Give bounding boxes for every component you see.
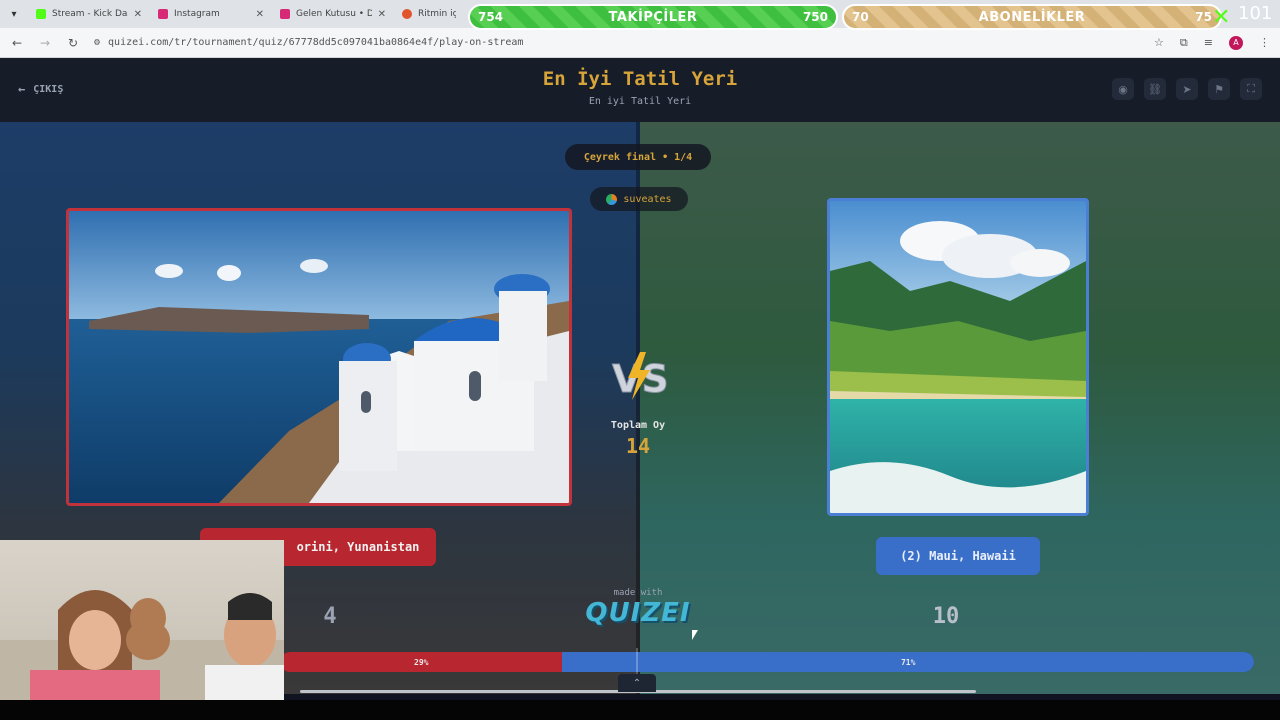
- option-right-score: 10: [932, 604, 960, 629]
- instagram-favicon-icon: [158, 9, 168, 19]
- option-right-label[interactable]: (2) Maui, Hawaii: [876, 537, 1040, 575]
- kick-logo-icon: ✕: [1212, 5, 1231, 30]
- webcam-overlay: [0, 540, 284, 700]
- page-title: En İyi Tatil Yeri: [542, 68, 738, 90]
- header-tools: ◉ ⛓ ➤ ⚑ ⛶: [1112, 78, 1262, 100]
- close-tab-icon[interactable]: ✕: [256, 9, 264, 20]
- back-arrow-icon[interactable]: ←: [10, 36, 24, 50]
- tab-title: Instagram: [174, 9, 220, 19]
- site-info-icon[interactable]: ⚙: [94, 37, 100, 48]
- tab-search-icon[interactable]: ≡: [1204, 36, 1213, 49]
- bottom-bar: [0, 700, 1280, 720]
- user-avatar-icon: [606, 193, 618, 205]
- browser-tab[interactable]: Gelen Kutusu • Direct ✕: [272, 0, 394, 28]
- subscribers-current: 70: [852, 10, 869, 24]
- followers-goal-bar: 754 TAKİPÇİLER 750: [468, 4, 838, 30]
- vote-bar-right: 71%: [562, 652, 1254, 672]
- followers-current: 754: [478, 10, 504, 24]
- chevron-up-icon[interactable]: ⌃: [618, 674, 656, 692]
- flag-icon[interactable]: ⚑: [1208, 78, 1230, 100]
- url-text: quizei.com/tr/tournament/quiz/67778dd5c0…: [108, 37, 524, 48]
- option-left-score: 4: [323, 604, 337, 629]
- vote-progress-bar: 29% 71%: [280, 652, 1254, 672]
- send-icon[interactable]: ➤: [1176, 78, 1198, 100]
- round-badge: Çeyrek final • 1/4: [565, 144, 711, 170]
- star-icon[interactable]: ☆: [1154, 36, 1164, 49]
- browser-address-bar: ← → ↻ ⚙ quizei.com/tr/tournament/quiz/67…: [0, 28, 1280, 58]
- instagram-favicon-icon: [280, 9, 290, 19]
- versus-icon: VS: [612, 352, 669, 402]
- viewer-count: 101: [1238, 3, 1273, 24]
- subscribers-label: ABONELİKLER: [978, 9, 1086, 25]
- subscribers-goal-bar: 70 ABONELİKLER 75: [842, 4, 1222, 30]
- url-field[interactable]: ⚙ quizei.com/tr/tournament/quiz/67778dd5…: [94, 32, 1140, 54]
- mouse-cursor: [692, 630, 698, 640]
- tab-title: Stream - Kick Dashb...: [52, 9, 128, 19]
- total-votes-value: 14: [625, 434, 651, 458]
- profile-avatar[interactable]: A: [1229, 35, 1243, 50]
- close-tab-icon[interactable]: ✕: [134, 9, 142, 20]
- quizei-logo: QUIZEI: [585, 598, 691, 628]
- vote-bar-left: 29%: [280, 652, 563, 672]
- forward-arrow-icon[interactable]: →: [38, 36, 52, 50]
- close-tab-icon[interactable]: ✕: [378, 9, 386, 20]
- page-subtitle: En iyi Tatil Yeri: [588, 96, 692, 107]
- webcam-feed: [0, 590, 284, 700]
- kick-favicon-icon: [36, 9, 46, 19]
- reload-icon[interactable]: ↻: [66, 36, 80, 50]
- total-votes-label: Toplam Oy: [610, 420, 666, 431]
- user-badge: suveates: [590, 187, 688, 211]
- browser-tab[interactable]: Stream - Kick Dashb... ✕: [28, 0, 150, 28]
- link-icon[interactable]: ⛓: [1144, 78, 1166, 100]
- santorini-photo: [69, 211, 569, 503]
- subscribers-goal: 75: [1195, 10, 1212, 24]
- option-left-image[interactable]: [66, 208, 572, 506]
- site-favicon-icon: [402, 9, 412, 19]
- vote-bar-center-marker: [636, 648, 638, 676]
- app-header: ← ÇIKIŞ En İyi Tatil Yeri En iyi Tatil Y…: [0, 58, 1280, 122]
- menu-icon[interactable]: ⋮: [1259, 36, 1270, 49]
- browser-tab[interactable]: Ritmin içinde: [394, 0, 464, 28]
- followers-label: TAKİPÇİLER: [608, 9, 698, 25]
- made-with-label: made with: [613, 588, 663, 598]
- eye-icon[interactable]: ◉: [1112, 78, 1134, 100]
- tab-search-icon[interactable]: ▾: [0, 0, 28, 28]
- browser-tab[interactable]: Instagram ✕: [150, 0, 272, 28]
- screen: ▾ Stream - Kick Dashb... ✕ Instagram ✕ G…: [0, 0, 1280, 720]
- tab-title: Gelen Kutusu • Direct: [296, 9, 372, 19]
- extensions-icon[interactable]: ⧉: [1180, 36, 1188, 50]
- option-right-image[interactable]: [827, 198, 1089, 516]
- fullscreen-icon[interactable]: ⛶: [1240, 78, 1262, 100]
- tab-title: Ritmin içinde: [418, 9, 456, 19]
- followers-goal: 750: [802, 10, 828, 24]
- maui-photo: [830, 201, 1086, 513]
- username: suveates: [623, 193, 672, 205]
- browser-actions: ☆ ⧉ ≡ A ⋮: [1154, 35, 1270, 50]
